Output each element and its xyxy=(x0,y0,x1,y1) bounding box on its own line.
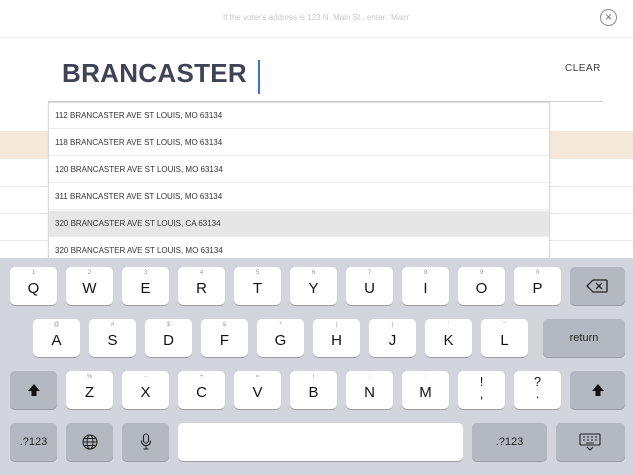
key-m[interactable]: :M xyxy=(402,371,449,409)
close-button[interactable]: × xyxy=(600,9,617,26)
suggestion-item[interactable]: 120 BRANCASTER AVE ST LOUIS, MO 63134 xyxy=(49,157,549,183)
key-j[interactable]: ) J xyxy=(369,319,416,357)
key-x[interactable]: -X xyxy=(122,371,169,409)
globe-icon xyxy=(82,434,98,450)
hint-text: If the voter's address is 123 N. Main St… xyxy=(223,13,410,22)
key-y[interactable]: 6Y xyxy=(290,267,337,305)
key-e[interactable]: 3E xyxy=(122,267,169,305)
key-g[interactable]: * G xyxy=(257,319,304,357)
numbers-key-left[interactable]: .?123 xyxy=(10,423,57,461)
key-w[interactable]: 2W xyxy=(66,267,113,305)
hint-bar: If the voter's address is 123 N. Main St… xyxy=(0,0,633,38)
space-key[interactable] xyxy=(178,423,463,461)
key-r[interactable]: 4R xyxy=(178,267,225,305)
key-h[interactable]: (H xyxy=(313,319,360,357)
backspace-icon xyxy=(586,279,608,293)
return-key[interactable]: return xyxy=(543,319,625,357)
text-caret xyxy=(258,60,260,94)
key-z[interactable]: % Z xyxy=(66,371,113,409)
key-b[interactable]: / B xyxy=(290,371,337,409)
keyboard-dismiss-key[interactable] xyxy=(556,423,625,461)
backspace-key[interactable] xyxy=(570,267,625,305)
key-i[interactable]: 8I xyxy=(402,267,449,305)
key-t[interactable]: 5T xyxy=(234,267,281,305)
dictation-key[interactable] xyxy=(122,423,169,461)
suggestion-item-selected[interactable]: 320 BRANCASTER AVE ST LOUIS, CA 63134 xyxy=(49,211,549,237)
key-l[interactable]: " L xyxy=(481,319,528,357)
key-q[interactable]: 1Q xyxy=(10,267,57,305)
shift-key-right[interactable] xyxy=(570,371,625,409)
suggestion-item[interactable]: 320 BRANCASTER AVE ST LOUIS, MO 63134 xyxy=(49,238,549,259)
shift-icon xyxy=(28,384,40,396)
close-icon: × xyxy=(604,10,612,24)
suggestion-item[interactable]: 112 BRANCASTER AVE ST LOUIS, MO 63134 xyxy=(49,103,549,129)
key-f[interactable]: & F xyxy=(201,319,248,357)
shift-icon xyxy=(592,384,604,396)
address-suggestions: 112 BRANCASTER AVE ST LOUIS, MO 63134 11… xyxy=(48,102,550,260)
microphone-icon xyxy=(140,433,152,450)
suggestion-item[interactable]: 118 BRANCASTER AVE ST LOUIS, MO 63134 xyxy=(49,130,549,156)
key-n[interactable]: ; N xyxy=(346,371,393,409)
key-o[interactable]: 9O xyxy=(458,267,505,305)
suggestion-item[interactable]: 311 BRANCASTER AVE ST LOUIS, MO 63134 xyxy=(49,184,549,210)
key-question-period[interactable]: ? . xyxy=(514,371,561,409)
key-s[interactable]: # S xyxy=(89,319,136,357)
key-c[interactable]: + C xyxy=(178,371,225,409)
key-p[interactable]: 0P xyxy=(514,267,561,305)
keyboard-dismiss-icon xyxy=(579,433,601,451)
divider xyxy=(0,37,633,38)
key-v[interactable]: = V xyxy=(234,371,281,409)
key-exclaim-comma[interactable]: ! , xyxy=(458,371,505,409)
key-a[interactable]: @ A xyxy=(33,319,80,357)
clear-button[interactable]: CLEAR xyxy=(565,63,601,74)
onscreen-keyboard: 1Q 2W 3E 4R 5T 6Y 7U 8I 9O 0P @ A # S $ D &… xyxy=(0,258,633,475)
search-input[interactable]: BRANCASTER xyxy=(62,58,247,89)
key-d[interactable]: $ D xyxy=(145,319,192,357)
key-k[interactable]: ' K xyxy=(425,319,472,357)
numbers-key-right[interactable]: .?123 xyxy=(472,423,547,461)
globe-key[interactable] xyxy=(66,423,113,461)
key-u[interactable]: 7U xyxy=(346,267,393,305)
shift-key-left[interactable] xyxy=(10,371,57,409)
